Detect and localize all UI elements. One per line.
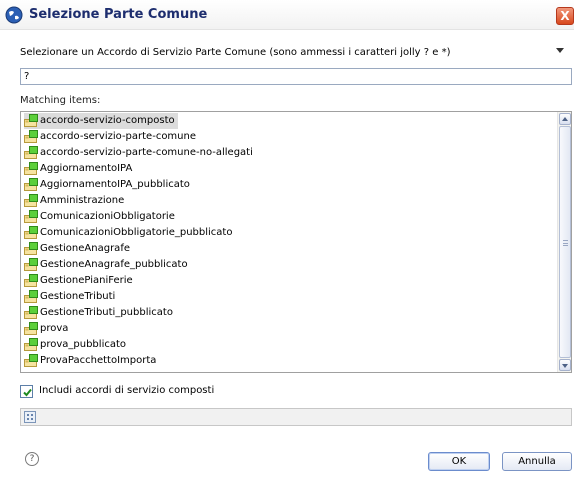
status-details-icon: [24, 411, 36, 423]
package-folder-icon: [24, 274, 39, 288]
list-item-label: prova: [40, 323, 69, 334]
package-folder-icon: [24, 194, 39, 208]
package-folder-icon: [24, 146, 39, 160]
checkmark-icon: [23, 388, 32, 397]
list-item-label: accordo-servizio-parte-comune-no-allegat…: [40, 147, 253, 158]
grip-icon: [563, 240, 568, 246]
list-item-label: GestioneTributi_pubblicato: [40, 307, 173, 318]
list-item-label: accordo-servizio-parte-comune: [40, 131, 197, 142]
package-folder-icon: [24, 178, 39, 192]
prompt-text: Selezionare un Accordo di Servizio Parte…: [20, 47, 451, 58]
list-item[interactable]: AggiornamentoIPA: [24, 161, 132, 177]
list-item[interactable]: prova_pubblicato: [24, 337, 126, 353]
package-folder-icon: [24, 322, 39, 336]
list-item-label: AggiornamentoIPA_pubblicato: [40, 179, 190, 190]
package-folder-icon: [24, 162, 39, 176]
list-item[interactable]: accordo-servizio-parte-comune-no-allegat…: [24, 145, 253, 161]
list-item[interactable]: Amministrazione: [24, 193, 124, 209]
list-item[interactable]: prova: [24, 321, 68, 337]
package-folder-icon: [24, 354, 39, 368]
title-bar: Selezione Parte Comune X: [0, 0, 574, 30]
package-folder-icon: [24, 226, 39, 240]
filter-input[interactable]: [20, 68, 572, 85]
help-icon[interactable]: ?: [25, 452, 39, 466]
status-area: [20, 408, 572, 426]
list-item[interactable]: ComunicazioniObbligatorie: [24, 209, 175, 225]
arrow-up-icon: [562, 117, 568, 121]
include-composite-label: Includi accordi di servizio composti: [39, 385, 215, 396]
window-title: Selezione Parte Comune: [29, 7, 208, 22]
list-item[interactable]: accordo-servizio-parte-comune: [24, 129, 196, 145]
package-folder-icon: [24, 338, 39, 352]
list-item[interactable]: GestioneAnagrafe_pubblicato: [24, 257, 188, 273]
package-folder-icon: [24, 130, 39, 144]
list-item[interactable]: GestioneTributi_pubblicato: [24, 305, 173, 321]
include-composite-checkbox[interactable]: [20, 385, 33, 398]
package-folder-icon: [24, 306, 39, 320]
list-item-label: ComunicazioniObbligatorie_pubblicato: [40, 227, 233, 238]
package-folder-icon: [24, 242, 39, 256]
list-item[interactable]: ProvaPacchettoImporta: [24, 353, 156, 369]
matching-items-label: Matching items:: [20, 95, 101, 106]
close-button[interactable]: X: [556, 7, 574, 25]
list-item-label: GestioneAnagrafe: [40, 243, 130, 254]
list-item[interactable]: AggiornamentoIPA_pubblicato: [24, 177, 190, 193]
arrow-down-icon: [562, 364, 568, 368]
package-folder-icon: [24, 258, 39, 272]
ok-button[interactable]: OK: [428, 452, 490, 471]
package-folder-icon: [24, 210, 39, 224]
list-item-label: GestioneAnagrafe_pubblicato: [40, 259, 188, 270]
app-globe-icon: [5, 6, 23, 24]
list-item-label: accordo-servizio-composto: [40, 115, 175, 126]
cancel-button[interactable]: Annulla: [502, 452, 572, 471]
list-item[interactable]: accordo-servizio-composto: [24, 113, 178, 129]
list-item[interactable]: ComunicazioniObbligatorie_pubblicato: [24, 225, 232, 241]
list-item-label: prova_pubblicato: [40, 339, 127, 350]
view-menu-dropdown-icon[interactable]: [556, 48, 564, 53]
package-folder-icon: [24, 290, 39, 304]
list-item-label: GestioneTributi: [40, 291, 116, 302]
list-item[interactable]: GestioneTributi: [24, 289, 115, 305]
scroll-down-button[interactable]: [559, 359, 571, 371]
list-item[interactable]: GestionePianiFerie: [24, 273, 133, 289]
vertical-scrollbar[interactable]: [557, 112, 571, 372]
matching-items-list[interactable]: accordo-servizio-composto accordo-servizi…: [20, 111, 572, 373]
scroll-thumb[interactable]: [559, 126, 571, 358]
package-folder-icon: [24, 114, 39, 128]
list-item-label: ComunicazioniObbligatorie: [40, 211, 175, 222]
list-item-label: AggiornamentoIPA: [40, 163, 133, 174]
list-item-label: GestionePianiFerie: [40, 275, 133, 286]
list-item-label: ProvaPacchettoImporta: [40, 355, 157, 366]
scroll-up-button[interactable]: [559, 113, 571, 125]
list-item-label: Amministrazione: [40, 195, 125, 206]
list-item[interactable]: GestioneAnagrafe: [24, 241, 130, 257]
